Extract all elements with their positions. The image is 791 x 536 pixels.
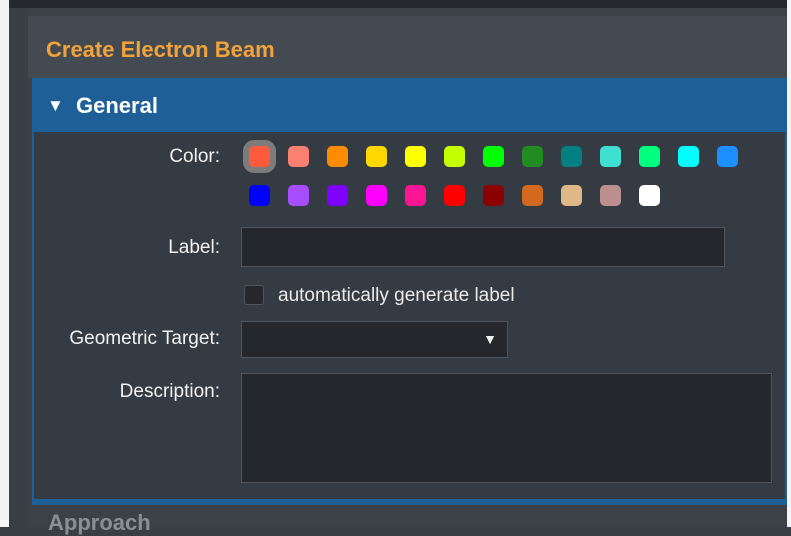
color-swatch[interactable] [249,185,270,206]
panel-title: Create Electron Beam [46,37,275,62]
color-swatch[interactable] [327,146,348,167]
color-swatch[interactable] [405,185,426,206]
color-swatch[interactable] [444,146,465,167]
auto-label-checkbox[interactable] [244,285,264,305]
panel-title-bar: Create Electron Beam [28,16,787,78]
top-strip [9,0,787,8]
caret-down-icon: ▼ [483,331,497,347]
color-swatch[interactable] [366,146,387,167]
color-swatch[interactable] [600,146,621,167]
color-swatch[interactable] [561,146,582,167]
color-swatch[interactable] [717,146,738,167]
color-swatch[interactable] [522,146,543,167]
description-label: Description: [119,381,220,402]
label-input[interactable] [241,227,725,267]
color-swatch[interactable] [444,185,465,206]
color-swatch[interactable] [600,185,621,206]
color-swatch[interactable] [288,146,309,167]
color-swatch[interactable] [327,185,348,206]
color-label: Color: [169,146,220,167]
color-swatch[interactable] [288,185,309,206]
color-swatch[interactable] [522,185,543,206]
color-swatch[interactable] [639,185,660,206]
window-right-edge [787,0,791,527]
approach-section-title: Approach [48,510,151,535]
description-textarea[interactable] [241,373,772,483]
triangle-down-icon: ▼ [47,96,64,115]
general-section-header[interactable]: ▼ General [32,78,787,132]
color-swatch[interactable] [366,185,387,206]
auto-label-text: automatically generate label [278,285,515,306]
color-swatch[interactable] [639,146,660,167]
geometric-target-select[interactable]: ▼ [241,321,508,358]
color-swatch[interactable] [483,146,504,167]
window-left-edge [0,0,9,527]
color-swatch[interactable] [405,146,426,167]
general-section-title: General [76,93,158,118]
color-swatch[interactable] [678,146,699,167]
color-swatch[interactable] [483,185,504,206]
geometric-target-label: Geometric Target: [69,328,220,349]
color-swatch[interactable] [561,185,582,206]
color-swatch[interactable] [249,146,270,167]
label-field-label: Label: [168,237,220,258]
